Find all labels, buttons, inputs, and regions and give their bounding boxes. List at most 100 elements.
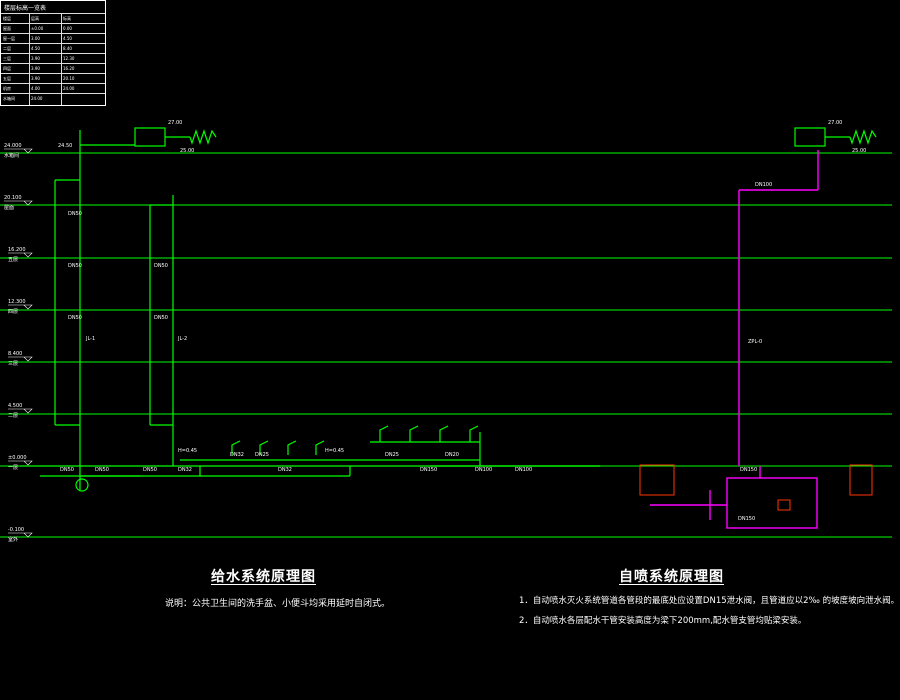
sprinkler-note-1: 1．自动喷水灭火系统管道各管段的最底处应设置DN15泄水阀，且管道应以2‰ 的坡… (519, 596, 900, 606)
table-cell: 水箱间 (3, 96, 15, 101)
elevation-tag: 屋面 (4, 205, 14, 211)
table-cell: 二层 (3, 46, 11, 51)
fixture-hook (439, 425, 449, 442)
table-cell: 3.90 (31, 76, 40, 81)
water-meter-icon (75, 478, 89, 492)
table-cell: 3.90 (31, 66, 40, 71)
pipe-label: DN100 (475, 467, 492, 473)
riser-label: JL-1 (85, 336, 95, 342)
elevation-marker: -0.100 室外 (8, 527, 33, 543)
tank-level: 27.00 (168, 120, 182, 126)
table-cell: 24.00 (31, 96, 43, 101)
water-supply-diagram-title: 给水系统原理图 (211, 569, 316, 585)
pipe-label: DN32 (230, 452, 244, 458)
elevation-marker: ±0.000 一层 (8, 455, 33, 471)
water-supply-note: 说明：公共卫生间的洗手盆、小便斗均采用延时自闭式。 (165, 599, 391, 609)
roof-water-tank (134, 127, 166, 147)
table-header: 层高 (31, 16, 39, 21)
fixture-hook (287, 440, 297, 455)
elevation-value: 8.400 (8, 351, 22, 357)
table-header: 标高 (63, 16, 71, 21)
fixture-hooks (231, 425, 480, 455)
pipe-label: DN32 (178, 467, 192, 473)
table-cell: 四层 (3, 66, 11, 71)
table-cell: ±0.00 (31, 26, 44, 31)
elevation-tag: 水箱间 (4, 152, 19, 159)
fire-pump-right (849, 464, 873, 496)
elevation-value: 12.300 (8, 299, 26, 305)
table-cell: 五层 (3, 76, 11, 81)
table-row: 水箱间 24.00 (1, 93, 105, 104)
floor-level-lines (0, 152, 892, 538)
right-roof-tank (794, 127, 877, 147)
elevation-markers: 24.000 水箱间 20.100 屋面 16.200 五层 12.300 四层… (4, 143, 33, 543)
elevation-marker: 16.200 五层 (8, 247, 33, 263)
table-cell: 0.00 (63, 26, 72, 31)
height-label: H=0.45 (178, 448, 197, 454)
pipe-label: DN25 (385, 452, 399, 458)
elevation-tag: 五层 (8, 257, 18, 263)
elevation-value: 20.100 (4, 195, 22, 201)
table-cell: 屋面 (3, 26, 11, 31)
table-cell: 4.50 (63, 36, 72, 41)
elevation-value: ±0.000 (8, 455, 27, 461)
elevation-value: 4.500 (8, 403, 22, 409)
elevation-marker: 24.000 水箱间 (4, 143, 33, 159)
pipe-label: DN100 (515, 467, 532, 473)
tank-level: 25.00 (180, 148, 194, 154)
table-cell: 3.90 (31, 56, 40, 61)
tank-level: 27.00 (828, 120, 842, 126)
elevation-tag: 一层 (8, 465, 18, 471)
fixture-hook (469, 425, 479, 442)
sprinkler-diagram-title: 自喷系统原理图 (619, 569, 724, 585)
riser-label: JL-2 (177, 336, 187, 342)
table-cell: 8.40 (63, 46, 72, 51)
pipe-label: DN50 (154, 263, 168, 269)
table-cell: 16.20 (63, 66, 75, 71)
table-cell: 24.00 (63, 86, 75, 91)
fixture-hook (315, 440, 325, 455)
pipe-label: DN150 (740, 467, 757, 473)
table-cell: 4.50 (31, 46, 40, 51)
table-cell: 屋一层 (3, 36, 15, 41)
elevation-tag: 室外 (8, 536, 18, 543)
floor-elevation-table: 楼层标高一览表 楼层 层高 标高 屋面 ±0.00 0.00 屋一层 3.00 … (0, 0, 106, 106)
right-water-tank (794, 127, 826, 147)
elevation-marker: 12.300 四层 (8, 299, 33, 315)
table-cell: 4.00 (31, 86, 40, 91)
table-cell: 3.00 (31, 36, 40, 41)
alarm-valve (777, 499, 791, 511)
tank-level: 25.00 (852, 148, 866, 154)
elevation-tag: 三层 (8, 361, 18, 367)
pipe-label: DN50 (154, 315, 168, 321)
overflow-zigzag (189, 129, 217, 145)
pipe-label: DN50 (95, 467, 109, 473)
pipe-label: DN20 (445, 452, 459, 458)
pipe-label: DN150 (420, 467, 437, 473)
pipe-label: DN50 (60, 467, 74, 473)
pipe-label: DN50 (68, 211, 82, 217)
pipe-label: DN100 (755, 182, 772, 188)
tank-level: 24.50 (58, 143, 72, 149)
elevation-tag: 四层 (8, 309, 18, 315)
table-header: 楼层 (3, 16, 11, 21)
table-cell: 三层 (3, 56, 11, 61)
fire-pump-left (639, 464, 675, 496)
pipe-label: DN25 (255, 452, 269, 458)
elevation-value: 24.000 (4, 143, 22, 149)
fixture-hook (409, 425, 419, 442)
elevation-marker: 4.500 二层 (8, 403, 33, 419)
fixture-hook (379, 425, 389, 442)
right-overflow-zigzag (849, 129, 877, 145)
pipe-label: DN50 (143, 467, 157, 473)
elevation-tag: 二层 (8, 413, 18, 419)
elevation-marker: 20.100 屋面 (4, 195, 33, 211)
table-title: 楼层标高一览表 (4, 5, 47, 12)
pipe-labels: DN50 DN50 DN50 JL-1 DN50 DN50 JL-2 DN50 … (58, 120, 866, 522)
pipe-label: DN32 (278, 467, 292, 473)
sprinkler-system (650, 150, 819, 529)
pipe-label: DN50 (68, 263, 82, 269)
table-cell: 12.30 (63, 56, 75, 61)
riser-label: ZPL-0 (748, 339, 762, 345)
pipe-label: DN50 (68, 315, 82, 321)
